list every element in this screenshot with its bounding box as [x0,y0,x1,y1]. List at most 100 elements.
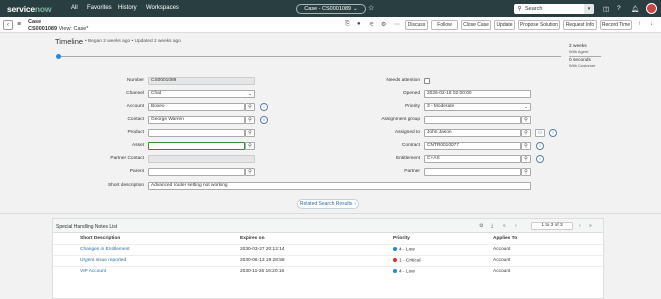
search-input[interactable]: Search [525,6,542,12]
contract-label: Contract [401,143,420,148]
opened-label: Opened [402,91,420,96]
chevron-down-icon: ⌄ [524,104,528,109]
context-chip[interactable]: Case - CS0001089 ⌄ [296,3,366,14]
arrow-up-icon[interactable]: ↑ [638,21,641,27]
nav-workspaces[interactable]: Workspaces [146,5,179,11]
timeline-track [58,56,561,57]
help-icon[interactable]: ? [617,5,621,12]
contract-lookup-search-icon[interactable]: ⚲ [521,142,531,150]
timeline-marker[interactable] [55,54,61,59]
account-label: Account [126,104,144,109]
short-description-field[interactable]: Advanced router setting not working [148,182,531,190]
column-header-short-description[interactable]: Short Description [80,236,120,241]
row-1-applies: Account [493,247,511,252]
arrow-down-icon[interactable]: ↓ [650,21,653,27]
assign-to-me-icon[interactable]: ⚇ [535,129,545,137]
first-page-icon[interactable]: « [503,223,506,229]
nav-history[interactable]: History [118,5,137,11]
priority-label: Priority [405,104,420,109]
activity-icon[interactable]: ● [357,21,361,27]
follow-button[interactable]: Follow [431,20,458,30]
entitlement-info-icon[interactable]: i [536,155,544,163]
download-icon[interactable]: ⤓ [491,223,493,229]
record-title: CS0001089 View: Case* [28,25,89,32]
column-header-applies-to[interactable]: Applies To [493,236,517,241]
more-options-icon[interactable]: ⋯ [394,21,400,28]
partner-lookup-search-icon[interactable]: ⚲ [521,168,531,176]
propose-solution-button[interactable]: Propose Solution [518,20,560,30]
last-page-icon[interactable]: » [589,223,592,229]
special-handling-notes-list: Special Handling Notes List ⚙ ⤓ « ‹ 1 to… [52,218,604,299]
nav-favorites[interactable]: Favorites [87,5,112,11]
contract-field[interactable]: CNTR0010077 [424,142,521,150]
discuss-button[interactable]: Discuss [405,20,428,30]
asset-field[interactable] [148,142,245,150]
row-3-description-link[interactable]: VIP Account [80,269,106,274]
nav-all[interactable]: All [71,5,78,11]
next-page-icon[interactable]: › [579,223,581,229]
assigned-to-info-icon[interactable]: i [549,129,557,137]
parent-field[interactable] [148,168,245,176]
partner-label: Partner [404,169,420,174]
priority-select[interactable]: 3 - Moderate ⌄ [424,103,531,111]
chat-icon[interactable]: ◫ [603,5,609,13]
close-case-button[interactable]: Close Case [461,20,491,30]
number-field: CS0001089 [148,77,255,85]
column-header-priority[interactable]: Priority [393,236,410,241]
bell-icon[interactable]: 🔔︎ [631,5,639,13]
prev-page-icon[interactable]: ‹ [515,223,517,229]
row-1-description-link[interactable]: Changes in Entitlement [80,247,130,252]
assignment-group-field[interactable] [424,116,521,124]
list-header: Special Handling Notes List ⚙ ⤓ « ‹ 1 to… [53,219,603,233]
update-button[interactable]: Update [494,20,515,30]
global-search[interactable]: ⚲ Search ▾ [514,3,594,14]
star-icon[interactable]: ☆ [368,4,374,12]
assigned-to-field[interactable]: John Jason [424,129,521,137]
related-search-results-button[interactable]: Related Search Results › [297,199,359,209]
contact-info-icon[interactable]: i [260,116,268,124]
row-1-expires: 2030-03-27 20:12:14 [240,247,285,252]
top-navigation-bar: servicenow All Favorites History Workspa… [0,0,661,17]
settings-icon[interactable]: ⚙ [479,223,483,229]
needs-attention-label: Needs attention [386,78,420,83]
product-label: Product [127,130,144,135]
sla-divider [569,56,601,57]
asset-lookup-search-icon[interactable]: ⚲ [245,142,255,150]
servicenow-logo[interactable]: servicenow [7,4,52,14]
back-button[interactable]: ‹ [3,20,13,30]
channel-select[interactable]: Chat ⌄ [148,90,255,98]
contract-info-icon[interactable]: i [536,142,544,150]
entitlement-field[interactable]: C+AS [424,155,521,163]
contact-lookup-search-icon[interactable]: ⚲ [245,116,255,124]
assignment-group-lookup-search-icon[interactable]: ⚲ [521,116,531,124]
sliders-icon[interactable]: ⚟ [369,21,374,28]
form-header: ‹ ≡ Case CS0001089 View: Case* ⎘ ● ⚟ ⚙ ⋯… [0,17,661,33]
user-avatar[interactable] [646,3,657,14]
hamburger-menu-icon[interactable]: ≡ [17,21,21,28]
account-field[interactable]: Boxeo [148,103,245,111]
assigned-to-lookup-search-icon[interactable]: ⚲ [521,129,531,137]
entitlement-lookup-search-icon[interactable]: ⚲ [521,155,531,163]
account-info-icon[interactable]: i [260,103,268,111]
product-lookup-search-icon[interactable]: ⚲ [245,129,255,137]
page-indicator[interactable]: 1 to 3 of 3 [531,222,573,230]
row-2-description-link[interactable]: Urgent issue reported [80,258,126,263]
settings-icon[interactable]: ⚙ [381,21,386,28]
row-3-priority: 4 - Low [393,269,415,274]
record-time-button[interactable]: Record Time [600,20,632,30]
attachment-icon[interactable]: ⎘ [345,21,350,28]
opened-field[interactable]: 2026-02-18 02:00:00 [424,90,531,98]
search-scope-dropdown[interactable]: ▾ [584,3,594,14]
parent-lookup-search-icon[interactable]: ⚲ [245,168,255,176]
request-info-button[interactable]: Request Info [563,20,597,30]
sla-with-agent: 2 weeks With Agent [569,44,589,54]
chevron-down-icon: ⌄ [353,5,358,12]
product-field[interactable] [148,129,245,137]
column-header-expires-on[interactable]: Expires on [240,236,265,241]
row-1-priority: 4 - Low [393,247,415,252]
row-divider [53,255,603,256]
partner-field[interactable] [424,168,521,176]
needs-attention-checkbox[interactable] [424,78,430,84]
account-lookup-search-icon[interactable]: ⚲ [245,103,255,111]
contact-field[interactable]: George Warren [148,116,245,124]
